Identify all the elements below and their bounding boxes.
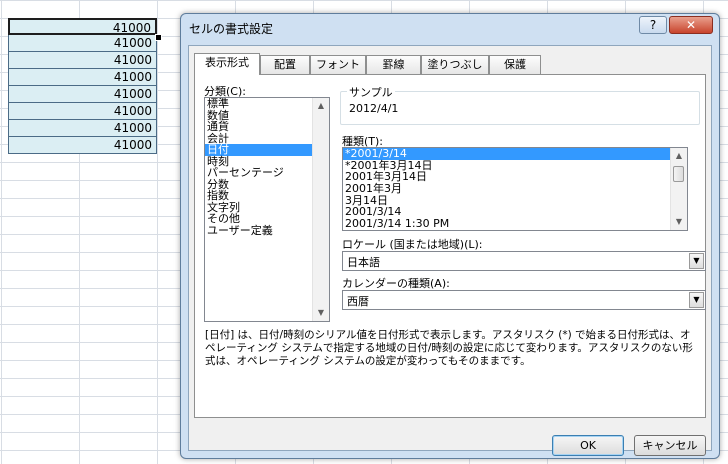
cell[interactable]: 41000 bbox=[8, 103, 157, 120]
ok-button[interactable]: OK bbox=[552, 435, 624, 456]
sample-label: サンプル bbox=[347, 84, 395, 100]
cell[interactable]: 41000 bbox=[8, 137, 157, 154]
calendar-value: 西暦 bbox=[347, 295, 369, 308]
list-item[interactable]: 指数 bbox=[205, 190, 329, 202]
help-button[interactable]: ? bbox=[639, 16, 667, 34]
tab-border[interactable]: 罫線 bbox=[366, 55, 421, 74]
scroll-up-icon[interactable]: ▲ bbox=[313, 98, 329, 114]
dialog-titlebar[interactable]: セルの書式設定 ? ✕ bbox=[181, 14, 719, 42]
category-scrollbar[interactable]: ▲ ▼ bbox=[312, 98, 329, 321]
scroll-down-icon[interactable]: ▼ bbox=[313, 305, 329, 321]
calendar-dropdown[interactable]: 西暦 ▼ bbox=[342, 290, 706, 310]
chevron-down-icon[interactable]: ▼ bbox=[689, 253, 704, 269]
selected-cell-range[interactable]: 41000 41000 41000 41000 41000 41000 4100… bbox=[8, 18, 157, 154]
cell[interactable]: 41000 bbox=[8, 86, 157, 103]
tab-font[interactable]: フォント bbox=[310, 55, 366, 74]
tab-number[interactable]: 表示形式 bbox=[194, 53, 260, 75]
list-item[interactable]: 2001年3月 bbox=[343, 183, 687, 195]
cell[interactable]: 41000 bbox=[8, 35, 157, 52]
list-item[interactable]: その他 bbox=[205, 213, 329, 225]
fill-handle[interactable] bbox=[155, 34, 162, 41]
list-item[interactable]: 標準 bbox=[205, 98, 329, 110]
list-item[interactable]: パーセンテージ bbox=[205, 167, 329, 179]
list-item[interactable]: *2001/3/14 bbox=[343, 148, 687, 160]
scroll-thumb[interactable] bbox=[673, 166, 684, 182]
number-tab-panel: 分類(C): 標準 数値 通貨 会計 日付 時刻 パーセンテージ 分数 指数 文… bbox=[194, 74, 706, 418]
sample-value: 2012/4/1 bbox=[349, 102, 399, 115]
tab-alignment[interactable]: 配置 bbox=[260, 55, 310, 74]
sample-group: サンプル 2012/4/1 bbox=[340, 84, 700, 125]
chevron-down-icon[interactable]: ▼ bbox=[689, 292, 704, 308]
format-cells-dialog: セルの書式設定 ? ✕ 表示形式 配置 フォント 罫線 塗りつぶし 保護 分類(… bbox=[180, 13, 720, 459]
locale-value: 日本語 bbox=[347, 256, 380, 269]
scroll-down-icon[interactable]: ▼ bbox=[671, 214, 687, 230]
locale-label: ロケール (国または地域)(L): bbox=[342, 238, 483, 251]
format-description: [日付] は、日付/時刻のシリアル値を日付形式で表示します。アスタリスク (*)… bbox=[205, 329, 693, 367]
list-item[interactable]: 2001/3/14 1:30 PM bbox=[343, 218, 687, 230]
dialog-client-area: 表示形式 配置 フォント 罫線 塗りつぶし 保護 分類(C): 標準 数値 通貨… bbox=[188, 45, 712, 456]
type-listbox[interactable]: *2001/3/14 *2001年3月14日 2001年3月14日 2001年3… bbox=[342, 147, 688, 231]
cell[interactable]: 41000 bbox=[8, 52, 157, 69]
type-scrollbar[interactable]: ▲ ▼ bbox=[670, 148, 687, 230]
tab-protection[interactable]: 保護 bbox=[489, 55, 541, 74]
tab-fill[interactable]: 塗りつぶし bbox=[421, 55, 489, 74]
cell[interactable]: 41000 bbox=[8, 18, 157, 35]
close-button[interactable]: ✕ bbox=[669, 16, 713, 34]
dialog-title: セルの書式設定 bbox=[189, 22, 274, 36]
cancel-button[interactable]: キャンセル bbox=[634, 435, 706, 456]
locale-dropdown[interactable]: 日本語 ▼ bbox=[342, 251, 706, 271]
calendar-label: カレンダーの種類(A): bbox=[342, 277, 450, 290]
category-listbox[interactable]: 標準 数値 通貨 会計 日付 時刻 パーセンテージ 分数 指数 文字列 その他 … bbox=[204, 97, 330, 322]
scroll-up-icon[interactable]: ▲ bbox=[671, 148, 687, 164]
list-item[interactable]: ユーザー定義 bbox=[205, 224, 329, 237]
list-item[interactable]: 通貨 bbox=[205, 121, 329, 133]
list-item[interactable]: 日付 bbox=[205, 144, 329, 156]
cell[interactable]: 41000 bbox=[8, 120, 157, 137]
cell[interactable]: 41000 bbox=[8, 69, 157, 86]
